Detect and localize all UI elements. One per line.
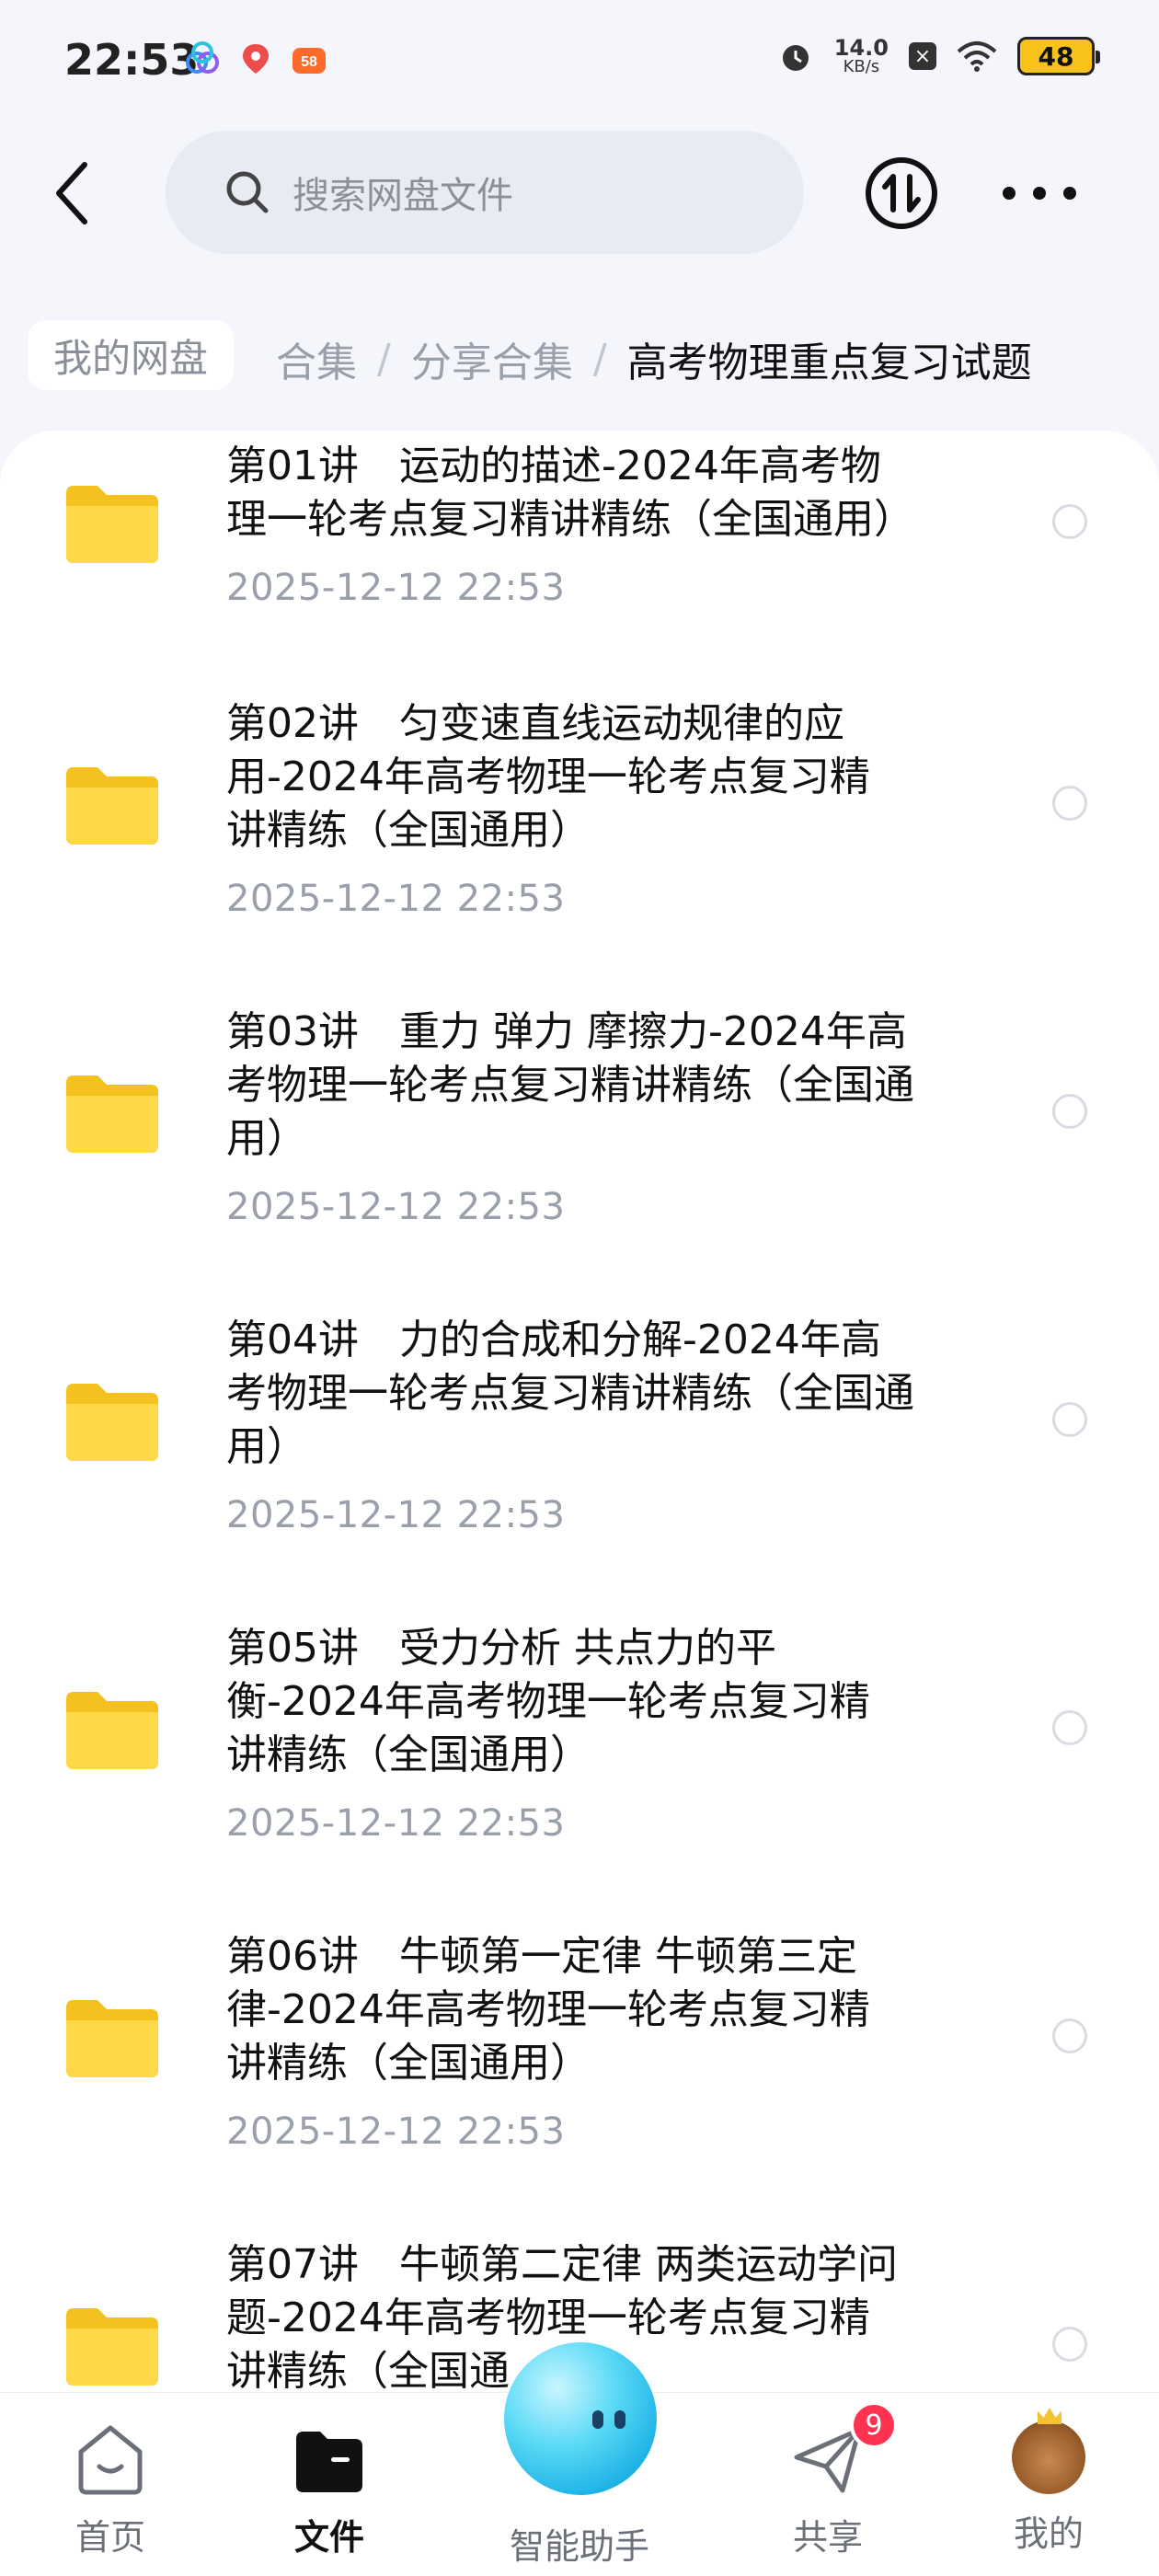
header: 搜索网盘文件 — [0, 129, 1159, 258]
breadcrumb-home[interactable]: 我的网盘 — [28, 320, 235, 390]
app-screen: 22:53 58 14.0 KB/s × 48 搜索网盘文件 我的网盘 合集 /… — [0, 0, 1159, 2576]
svg-text:58: 58 — [301, 54, 317, 70]
file-text: 第02讲 匀变速直线运动规律的应 用-2024年高考物理一轮考点复习精 讲精练（… — [226, 697, 990, 920]
file-name-line: 讲精练（全国通用） — [226, 807, 591, 854]
file-text: 第04讲 力的合成和分解-2024年高 考物理一轮考点复习精讲精练（全国通 用）… — [226, 1314, 990, 1536]
bot-eye — [614, 2410, 625, 2429]
file-date: 2025-12-12 22:53 — [226, 878, 566, 920]
file-name-line: 考物理一轮考点复习精讲精练（全国通 — [226, 1062, 914, 1109]
file-date: 2025-12-12 22:53 — [226, 567, 566, 609]
breadcrumb: 我的网盘 合集 / 分享合集 / 高考物理重点复习试题 — [0, 304, 1159, 405]
nav-files-label: 文件 — [293, 2517, 364, 2558]
file-name-line: 第07讲 牛顿第二定律 两类运动学问 — [226, 2241, 898, 2288]
more-button[interactable] — [1003, 175, 1076, 212]
file-name-line: 第03讲 重力 弹力 摩擦力-2024年高 — [226, 1008, 907, 1055]
select-checkbox[interactable] — [1052, 1402, 1087, 1437]
file-name-line: 讲精练（全国通用） — [226, 2040, 591, 2087]
breadcrumb-share-collection[interactable]: 分享合集 — [411, 329, 573, 388]
net-speed: 14.0 KB/s — [834, 37, 889, 75]
app-icon-1 — [186, 41, 219, 74]
notification-icons: 58 — [184, 40, 327, 77]
breadcrumb-current: 高考物理重点复习试题 — [626, 339, 1032, 386]
file-name-line: 用） — [226, 1423, 307, 1470]
file-date: 2025-12-12 22:53 — [226, 1494, 566, 1536]
avatar — [1012, 2421, 1085, 2494]
file-name-line: 律-2024年高考物理一轮考点复习精 — [226, 1986, 870, 2033]
net-speed-value: 14.0 — [833, 35, 889, 61]
share-count-badge: 9 — [850, 2401, 898, 2449]
file-name-line: 第04讲 力的合成和分解-2024年高 — [226, 1317, 881, 1363]
file-text: 第03讲 重力 弹力 摩擦力-2024年高 考物理一轮考点复习精讲精练（全国通 … — [226, 1006, 990, 1228]
chevron-left-icon — [56, 162, 87, 224]
battery-icon: 48 — [1017, 37, 1100, 75]
select-checkbox[interactable] — [1052, 1710, 1087, 1745]
file-list: 第01讲 运动的描述-2024年高考物 理一轮考点复习精讲精练（全国通用） 20… — [0, 431, 1159, 2576]
more-dot — [1003, 187, 1016, 200]
alarm-icon — [782, 45, 809, 71]
file-name-line: 第02讲 匀变速直线运动规律的应 — [226, 700, 844, 747]
status-time: 22:53 — [64, 35, 200, 85]
nav-mine[interactable]: 我的 — [966, 2421, 1131, 2556]
search-input[interactable]: 搜索网盘文件 — [166, 131, 804, 254]
select-checkbox[interactable] — [1052, 786, 1087, 821]
nav-files[interactable]: 文件 — [247, 2421, 412, 2559]
file-text: 第01讲 运动的描述-2024年高考物 理一轮考点复习精讲精练（全国通用） 20… — [226, 440, 990, 609]
more-dot — [1033, 187, 1046, 200]
transfer-button[interactable] — [865, 156, 938, 230]
file-name-line: 第05讲 受力分析 共点力的平 — [226, 1625, 776, 1672]
folder-icon — [66, 767, 158, 845]
folder-icon — [66, 486, 158, 563]
file-name-line: 第01讲 运动的描述-2024年高考物 — [226, 443, 881, 489]
nav-assistant-label: 智能助手 — [509, 2526, 649, 2567]
file-name-line: 用） — [226, 1115, 307, 1162]
file-date: 2025-12-12 22:53 — [226, 2110, 566, 2153]
breadcrumb-separator: / — [377, 335, 391, 383]
select-checkbox[interactable] — [1052, 504, 1087, 539]
app-icon-58: 58 — [293, 48, 326, 74]
assistant-bot-icon[interactable] — [504, 2342, 657, 2495]
search-placeholder: 搜索网盘文件 — [293, 175, 513, 217]
file-text: 第06讲 牛顿第一定律 牛顿第三定 律-2024年高考物理一轮考点复习精 讲精练… — [226, 1930, 990, 2153]
folder-icon — [66, 1692, 158, 1769]
back-button[interactable] — [44, 156, 99, 230]
file-name-line: 理一轮考点复习精讲精练（全国通用） — [226, 496, 914, 543]
file-name-line: 第06讲 牛顿第一定律 牛顿第三定 — [226, 1933, 857, 1980]
select-checkbox[interactable] — [1052, 2018, 1087, 2053]
nav-home[interactable]: 首页 — [28, 2421, 193, 2559]
file-text: 第05讲 受力分析 共点力的平 衡-2024年高考物理一轮考点复习精 讲精练（全… — [226, 1622, 990, 1845]
file-name-line: 考物理一轮考点复习精讲精练（全国通 — [226, 1370, 914, 1417]
file-name-line: 用-2024年高考物理一轮考点复习精 — [226, 753, 870, 800]
file-date: 2025-12-12 22:53 — [226, 1802, 566, 1845]
breadcrumb-separator: / — [592, 335, 607, 383]
home-icon — [78, 2425, 143, 2495]
folder-icon — [66, 1075, 158, 1153]
transfer-icon — [866, 157, 937, 229]
folder-icon — [66, 2308, 158, 2386]
folder-icon — [66, 1384, 158, 1461]
folder-icon — [66, 2000, 158, 2077]
file-date: 2025-12-12 22:53 — [226, 1186, 566, 1228]
search-icon — [226, 171, 269, 213]
nav-share-label: 共享 — [792, 2517, 863, 2558]
breadcrumb-partial[interactable]: 合集 — [276, 329, 357, 388]
nav-mine-label: 我的 — [1013, 2513, 1084, 2554]
folder-icon — [296, 2432, 362, 2492]
wifi-icon — [957, 41, 997, 72]
file-name-line: 讲精练（全国通用） — [226, 1731, 591, 1778]
select-checkbox[interactable] — [1052, 2327, 1087, 2362]
select-checkbox[interactable] — [1052, 1094, 1087, 1129]
breadcrumb-trail: 合集 / 分享合集 / 高考物理重点复习试题 — [276, 329, 1032, 388]
nav-assistant[interactable]: 智能助手 — [497, 2518, 662, 2569]
net-speed-unit: KB/s — [843, 57, 880, 76]
signal-off-icon: × — [909, 42, 936, 70]
nav-home-label: 首页 — [75, 2517, 145, 2558]
more-dot — [1063, 187, 1076, 200]
file-name-line: 衡-2024年高考物理一轮考点复习精 — [226, 1678, 870, 1725]
app-icon-2 — [243, 44, 269, 74]
file-name-line: 题-2024年高考物理一轮考点复习精 — [226, 2294, 870, 2341]
status-bar: 22:53 58 14.0 KB/s × 48 — [0, 0, 1159, 110]
status-right: 14.0 KB/s × 48 — [777, 37, 1100, 75]
bot-eye — [592, 2410, 603, 2429]
